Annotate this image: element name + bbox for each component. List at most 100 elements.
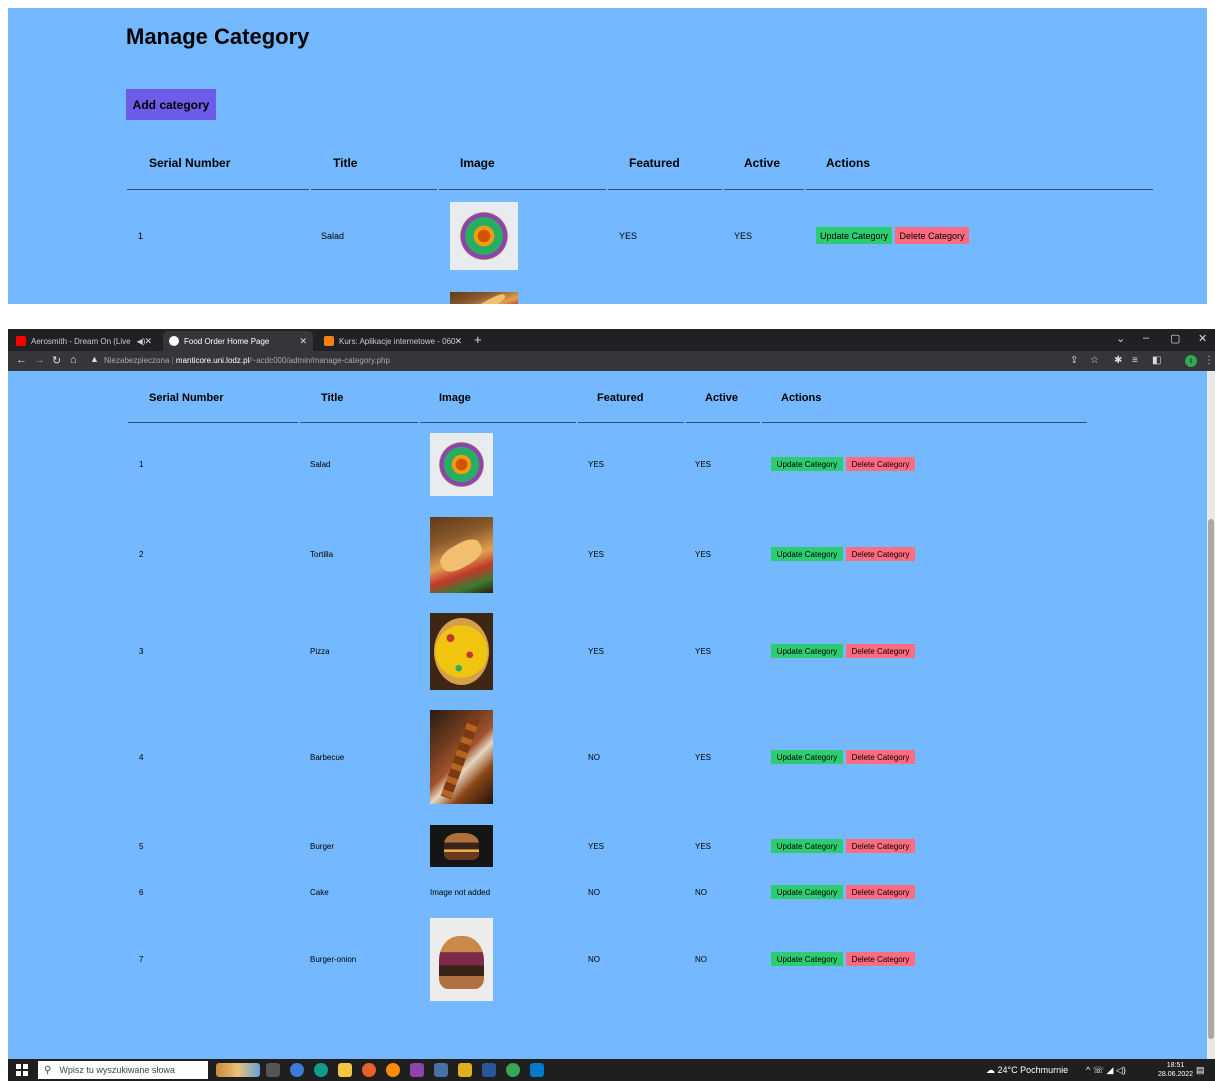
header-title: Title bbox=[321, 392, 344, 404]
delete-category-button[interactable]: Delete Category bbox=[846, 885, 915, 899]
weather-text: 24°C Pochmurnie bbox=[997, 1065, 1069, 1075]
header-featured: Featured bbox=[629, 156, 680, 170]
warning-icon: ▲ bbox=[90, 354, 99, 364]
word-icon[interactable] bbox=[482, 1063, 496, 1077]
cell-serial: 1 bbox=[138, 231, 144, 241]
back-icon[interactable]: ← bbox=[16, 354, 27, 366]
cell-active: YES bbox=[695, 753, 712, 762]
cell-serial: 1 bbox=[139, 460, 144, 469]
delete-category-button[interactable]: Delete Category bbox=[846, 457, 915, 471]
cell-serial: 2 bbox=[139, 550, 144, 559]
maximize-button[interactable]: ▢ bbox=[1170, 332, 1180, 345]
header-underline bbox=[128, 422, 298, 423]
reload-icon[interactable]: ↻ bbox=[52, 354, 61, 367]
side-panel-icon[interactable]: ◧ bbox=[1152, 355, 1161, 366]
close-icon[interactable]: ✕ bbox=[144, 336, 152, 347]
update-category-button[interactable]: Update Category bbox=[771, 457, 843, 471]
moodle-icon bbox=[324, 336, 334, 346]
extensions-icon[interactable]: ✱ bbox=[1114, 355, 1122, 366]
image-not-added-text: Image not added bbox=[430, 888, 491, 897]
edge-icon[interactable] bbox=[314, 1063, 328, 1077]
delete-category-button[interactable]: Delete Category bbox=[846, 547, 915, 561]
header-actions: Actions bbox=[826, 156, 871, 170]
cell-active: YES bbox=[695, 550, 712, 559]
task-view-icon[interactable] bbox=[266, 1063, 280, 1077]
visual-studio-icon[interactable] bbox=[410, 1063, 424, 1077]
search-placeholder: Wpisz tu wyszukiwane słowa bbox=[59, 1065, 175, 1075]
clock-date: 28.06.2022 bbox=[1158, 1071, 1194, 1078]
chrome-icon[interactable] bbox=[506, 1063, 520, 1077]
system-tray-icons[interactable]: ^ ☏ ◢ ◁) bbox=[1086, 1065, 1126, 1076]
app-icon[interactable] bbox=[290, 1063, 304, 1077]
delete-category-button[interactable]: Delete Category bbox=[895, 227, 969, 244]
delete-category-button[interactable]: Delete Category bbox=[846, 839, 915, 853]
weather-tray[interactable]: ☁ 24°C Pochmurnie bbox=[986, 1065, 1068, 1076]
cell-title: Tortilla bbox=[310, 550, 334, 559]
new-tab-button[interactable]: + bbox=[474, 332, 482, 347]
file-explorer-icon[interactable] bbox=[338, 1063, 352, 1077]
tortilla-thumbnail bbox=[450, 292, 518, 304]
update-category-button[interactable]: Update Category bbox=[771, 644, 843, 658]
app-icon[interactable] bbox=[386, 1063, 400, 1077]
firefox-icon[interactable] bbox=[362, 1063, 376, 1077]
windows-start-icon[interactable] bbox=[16, 1064, 28, 1076]
url-path: /~acdc000/admin/manage-category.php bbox=[249, 356, 390, 365]
star-icon[interactable]: ☆ bbox=[1090, 355, 1099, 366]
home-icon[interactable]: ⌂ bbox=[70, 354, 77, 366]
share-icon[interactable]: ⇪ bbox=[1070, 355, 1078, 366]
close-window-button[interactable]: ✕ bbox=[1198, 332, 1207, 345]
tab-label: Kurs: Aplikacje internetowe - 060 bbox=[339, 336, 456, 346]
cell-serial: 7 bbox=[139, 955, 144, 964]
update-category-button[interactable]: Update Category bbox=[771, 547, 843, 561]
cell-title: Cake bbox=[310, 888, 329, 897]
minimize-button[interactable]: – bbox=[1143, 332, 1149, 344]
close-icon[interactable]: ✕ bbox=[299, 336, 307, 347]
close-icon[interactable]: ✕ bbox=[454, 336, 462, 347]
cell-active: YES bbox=[695, 460, 712, 469]
add-category-button[interactable]: Add category bbox=[126, 89, 216, 120]
search-icon: ⚲ bbox=[44, 1064, 52, 1076]
app-icon[interactable] bbox=[434, 1063, 448, 1077]
header-active: Active bbox=[744, 156, 781, 170]
url-field[interactable]: Niezabezpieczona | manticore.uni.lodz.pl… bbox=[104, 356, 390, 365]
delete-category-button[interactable]: Delete Category bbox=[846, 952, 915, 966]
update-category-button[interactable]: Update Category bbox=[771, 750, 843, 764]
header-actions: Actions bbox=[781, 392, 822, 404]
menu-icon[interactable]: ⋮ bbox=[1204, 355, 1214, 366]
forward-icon[interactable]: → bbox=[34, 354, 45, 366]
taskbar-clock[interactable]: 18:51 28.06.2022 bbox=[1158, 1061, 1193, 1079]
header-underline bbox=[686, 422, 760, 423]
taskbar-search-input[interactable]: ⚲ Wpisz tu wyszukiwane słowa bbox=[38, 1061, 208, 1079]
cell-title: Barbecue bbox=[310, 753, 345, 762]
tab-label: Food Order Home Page bbox=[184, 336, 270, 346]
scrollbar-thumb[interactable] bbox=[1208, 519, 1214, 1039]
profile-avatar[interactable]: I bbox=[1185, 355, 1197, 367]
tab-food-order[interactable]: Food Order Home Page ✕ bbox=[163, 331, 313, 351]
cell-featured: NO bbox=[588, 888, 600, 897]
cell-featured: NO bbox=[588, 955, 600, 964]
notifications-icon[interactable]: ▤ bbox=[1196, 1065, 1205, 1076]
update-category-button[interactable]: Update Category bbox=[771, 952, 843, 966]
cell-featured: YES bbox=[588, 460, 605, 469]
delete-category-button[interactable]: Delete Category bbox=[846, 644, 915, 658]
cell-title: Burger bbox=[310, 842, 335, 851]
top-page-crop: Manage Category Add category Serial Numb… bbox=[8, 8, 1207, 304]
update-category-button[interactable]: Update Category bbox=[771, 839, 843, 853]
cell-featured: YES bbox=[588, 647, 605, 656]
header-underline bbox=[806, 189, 1153, 190]
app-icon[interactable] bbox=[458, 1063, 472, 1077]
news-widget-icon[interactable] bbox=[216, 1063, 260, 1077]
update-category-button[interactable]: Update Category bbox=[771, 885, 843, 899]
header-serial: Serial Number bbox=[149, 392, 224, 404]
chevron-down-icon[interactable]: ⌄ bbox=[1116, 332, 1125, 345]
vscode-icon[interactable] bbox=[530, 1063, 544, 1077]
update-category-button[interactable]: Update Category bbox=[816, 227, 892, 244]
tab-youtube[interactable]: Aerosmith - Dream On (Live ◀) ✕ bbox=[10, 331, 158, 351]
delete-category-button[interactable]: Delete Category bbox=[846, 750, 915, 764]
vertical-scrollbar[interactable] bbox=[1207, 371, 1215, 1059]
tab-moodle[interactable]: Kurs: Aplikacje internetowe - 060 ✕ bbox=[318, 331, 468, 351]
url-host: manticore.uni.lodz.pl bbox=[175, 356, 250, 365]
header-underline bbox=[420, 422, 576, 423]
salad-thumbnail bbox=[430, 433, 493, 496]
reading-list-icon[interactable]: ≡ bbox=[1132, 355, 1138, 366]
